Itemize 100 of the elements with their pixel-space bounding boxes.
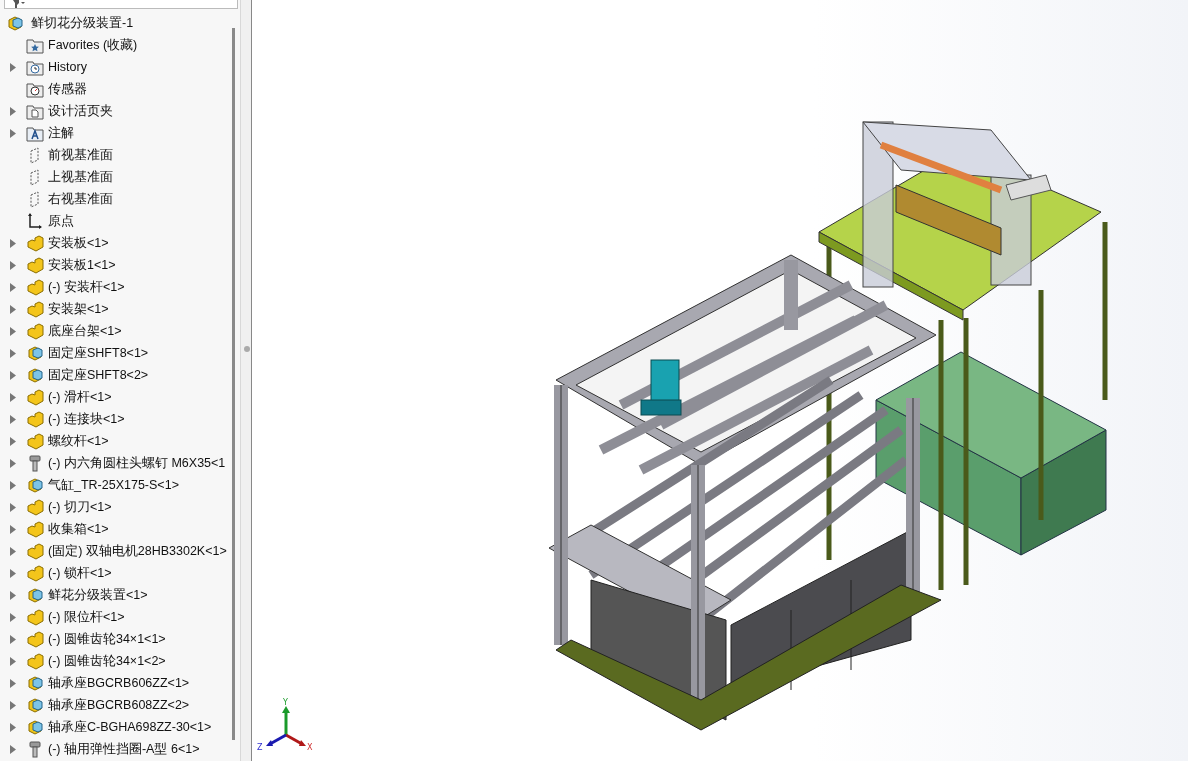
expand-arrow-icon[interactable] bbox=[10, 744, 16, 754]
origin-axes-icon bbox=[26, 212, 44, 230]
part-icon bbox=[26, 608, 44, 626]
expand-arrow-icon[interactable] bbox=[10, 700, 16, 710]
tree-item[interactable]: (-) 内六角圆柱头螺钉 M6X35<1 bbox=[48, 455, 226, 471]
part-icon bbox=[26, 586, 44, 604]
tree-item[interactable]: 传感器 bbox=[48, 81, 87, 97]
axis-label: Z bbox=[257, 743, 263, 752]
expand-arrow-icon[interactable] bbox=[10, 480, 16, 490]
part-icon bbox=[26, 322, 44, 340]
part-icon bbox=[26, 366, 44, 384]
axis-label: X bbox=[307, 743, 313, 752]
tree-item[interactable]: 鲜花分级装置<1> bbox=[48, 587, 148, 603]
expand-arrow-icon[interactable] bbox=[10, 348, 16, 358]
tree-item[interactable]: 设计活页夹 bbox=[48, 103, 113, 119]
expand-arrow-icon[interactable] bbox=[10, 238, 16, 248]
tree-item[interactable]: 鲜切花分级装置-1 bbox=[31, 15, 134, 31]
part-icon bbox=[26, 564, 44, 582]
tree-item[interactable]: 安装架<1> bbox=[48, 301, 109, 317]
expand-arrow-icon[interactable] bbox=[10, 106, 16, 116]
tree-item[interactable]: 上视基准面 bbox=[48, 169, 113, 185]
folder-icon bbox=[26, 102, 44, 120]
part-icon bbox=[26, 476, 44, 494]
tree-item[interactable]: Favorites (收藏) bbox=[48, 37, 138, 53]
part-icon bbox=[26, 256, 44, 274]
panel-splitter[interactable] bbox=[241, 0, 252, 761]
expand-arrow-icon[interactable] bbox=[10, 546, 16, 556]
expand-arrow-icon[interactable] bbox=[10, 634, 16, 644]
expand-arrow-icon[interactable] bbox=[10, 282, 16, 292]
folder-icon bbox=[26, 36, 44, 54]
part-icon bbox=[6, 14, 24, 32]
tree-item[interactable]: (-) 圆锥齿轮34×1<1> bbox=[48, 631, 166, 647]
filter-field[interactable] bbox=[4, 0, 238, 9]
part-icon bbox=[26, 630, 44, 648]
tree-item[interactable]: 固定座SHFT8<1> bbox=[48, 345, 149, 361]
tree-item[interactable]: (-) 限位杆<1> bbox=[48, 609, 125, 625]
expand-arrow-icon[interactable] bbox=[10, 260, 16, 270]
machine-model-drawing[interactable] bbox=[548, 121, 1108, 732]
part-icon bbox=[26, 652, 44, 670]
expand-arrow-icon[interactable] bbox=[10, 326, 16, 336]
tree-item[interactable]: (固定) 双轴电机28HB3302K<1> bbox=[48, 543, 227, 559]
expand-arrow-icon[interactable] bbox=[10, 370, 16, 380]
tree-item[interactable]: (-) 连接块<1> bbox=[48, 411, 125, 427]
filter-icon[interactable] bbox=[11, 0, 27, 8]
scrollbar[interactable] bbox=[232, 28, 235, 740]
expand-arrow-icon[interactable] bbox=[10, 524, 16, 534]
bolt-icon bbox=[26, 740, 44, 758]
axis-triad-icon bbox=[266, 706, 306, 746]
part-icon bbox=[26, 498, 44, 516]
tree-item[interactable]: 原点 bbox=[48, 213, 74, 229]
part-icon bbox=[26, 520, 44, 538]
expand-arrow-icon[interactable] bbox=[10, 414, 16, 424]
tree-item[interactable]: 前视基准面 bbox=[48, 147, 113, 163]
expand-arrow-icon[interactable] bbox=[10, 612, 16, 622]
expand-arrow-icon[interactable] bbox=[10, 722, 16, 732]
folder-icon bbox=[26, 80, 44, 98]
tree-item[interactable]: (-) 滑杆<1> bbox=[48, 389, 112, 405]
expand-arrow-icon[interactable] bbox=[10, 458, 16, 468]
expand-arrow-icon[interactable] bbox=[10, 656, 16, 666]
tree-item[interactable]: 气缸_TR-25X175-S<1> bbox=[48, 477, 179, 493]
expand-arrow-icon[interactable] bbox=[10, 392, 16, 402]
tree-item[interactable]: (-) 切刀<1> bbox=[48, 499, 112, 515]
part-icon bbox=[26, 718, 44, 736]
tree-item[interactable]: 收集箱<1> bbox=[48, 521, 109, 537]
expand-arrow-icon[interactable] bbox=[10, 678, 16, 688]
tree-item[interactable]: 螺纹杆<1> bbox=[48, 433, 109, 449]
part-icon bbox=[26, 432, 44, 450]
tree-item[interactable]: 轴承座C-BGHA698ZZ-30<1> bbox=[48, 719, 212, 735]
tree-item[interactable]: 轴承座BGCRB606ZZ<1> bbox=[48, 675, 190, 691]
tree-item[interactable]: 固定座SHFT8<2> bbox=[48, 367, 149, 383]
part-icon bbox=[26, 300, 44, 318]
tree-item[interactable]: 注解 bbox=[48, 125, 74, 141]
part-icon bbox=[26, 410, 44, 428]
tree-item[interactable]: 安装板1<1> bbox=[48, 257, 116, 273]
part-icon bbox=[26, 234, 44, 252]
tree-item[interactable]: 右视基准面 bbox=[48, 191, 113, 207]
tree-item[interactable]: 底座台架<1> bbox=[48, 323, 122, 339]
expand-arrow-icon[interactable] bbox=[10, 436, 16, 446]
folder-icon bbox=[26, 58, 44, 76]
expand-arrow-icon[interactable] bbox=[10, 568, 16, 578]
expand-arrow-icon[interactable] bbox=[10, 304, 16, 314]
tree-item[interactable]: 轴承座BGCRB608ZZ<2> bbox=[48, 697, 190, 713]
tree-item[interactable]: (-) 圆锥齿轮34×1<2> bbox=[48, 653, 166, 669]
tree-item[interactable]: 安装板<1> bbox=[48, 235, 109, 251]
tree-item[interactable]: (-) 锁杆<1> bbox=[48, 565, 112, 581]
tree-item[interactable]: History bbox=[48, 59, 87, 75]
tree-item[interactable]: (-) 轴用弹性挡圈-A型 6<1> bbox=[48, 741, 200, 757]
expand-arrow-icon[interactable] bbox=[10, 502, 16, 512]
part-icon bbox=[26, 388, 44, 406]
tree-item[interactable]: (-) 安装杆<1> bbox=[48, 279, 125, 295]
expand-arrow-icon[interactable] bbox=[10, 590, 16, 600]
bolt-icon bbox=[26, 454, 44, 472]
part-icon bbox=[26, 696, 44, 714]
expand-arrow-icon[interactable] bbox=[10, 62, 16, 72]
axis-label: Y bbox=[283, 698, 288, 707]
part-icon bbox=[26, 674, 44, 692]
part-icon bbox=[26, 542, 44, 560]
splitter-grip-icon[interactable] bbox=[244, 346, 250, 352]
part-icon bbox=[26, 344, 44, 362]
expand-arrow-icon[interactable] bbox=[10, 128, 16, 138]
